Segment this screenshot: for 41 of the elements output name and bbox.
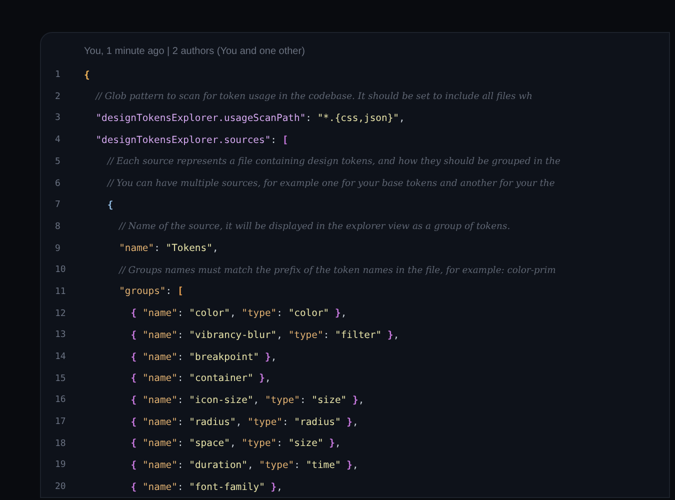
code-line: { "name": "font-family" }, bbox=[130, 480, 282, 495]
code-line: { "name": "duration", "type": "time" }, bbox=[130, 458, 358, 473]
code-line: // You can have multiple sources, for example one for your base tokens and another for your the bbox=[107, 177, 555, 191]
line-number: 12 bbox=[54, 308, 67, 321]
line-number: 5 bbox=[54, 156, 62, 169]
code-line: { bbox=[107, 198, 114, 213]
line-number: 1 bbox=[54, 69, 62, 82]
code-line: "name": "Tokens", bbox=[119, 242, 218, 256]
line-number: 16 bbox=[54, 394, 67, 408]
line-number: 10 bbox=[54, 264, 67, 278]
line-number: 14 bbox=[54, 351, 67, 364]
code-line: { bbox=[84, 68, 90, 83]
line-number: 3 bbox=[54, 112, 62, 126]
code-line: "designTokensExplorer.usageScanPath": "*.{css,json}", bbox=[96, 112, 405, 126]
line-number: 15 bbox=[54, 372, 67, 386]
code-line: { "name": "radius", "type": "radius" }, bbox=[130, 416, 358, 430]
line-number: 19 bbox=[54, 459, 67, 472]
code-line: "designTokensExplorer.sources": [ bbox=[96, 134, 288, 148]
line-number: 13 bbox=[54, 329, 67, 342]
code-line: { "name": "vibrancy-blur", "type": "filter" }, bbox=[130, 328, 400, 343]
code-line: "groups": [ bbox=[119, 285, 184, 300]
line-number: 6 bbox=[54, 178, 62, 191]
code-line: // Name of the source, it will be displayed in the explorer view as a group of tokens. bbox=[119, 220, 510, 234]
line-number: 2 bbox=[54, 90, 62, 104]
codelens-text[interactable]: You, 1 minute ago | 2 authors (You and one other) bbox=[84, 45, 669, 59]
line-number: 17 bbox=[54, 416, 67, 430]
code-line: // Each source represents a file containing design tokens, and how they should be grouped in the bbox=[107, 155, 560, 170]
line-number: 4 bbox=[54, 134, 62, 148]
line-number: 20 bbox=[54, 481, 67, 494]
code-line: { "name": "space", "type": "size" }, bbox=[130, 437, 341, 452]
code-line: // Glob pattern to scan for token usage in the codebase. It should be set to include all files wh bbox=[96, 90, 532, 104]
code-line: { "name": "icon-size", "type": "size" }, bbox=[130, 394, 364, 408]
code-line: { "name": "container" }, bbox=[130, 372, 271, 386]
code-line: { "name": "breakpoint" }, bbox=[130, 350, 277, 364]
code-line: // Groups names must match the prefix of the token names in the file, for example: color-prim bbox=[119, 264, 556, 278]
line-number: 7 bbox=[54, 199, 62, 212]
line-number: 8 bbox=[54, 220, 62, 234]
line-number: 9 bbox=[54, 242, 62, 256]
line-number: 18 bbox=[54, 438, 67, 451]
code-line: { "name": "color", "type": "color" }, bbox=[130, 307, 347, 322]
line-number: 11 bbox=[54, 286, 67, 299]
